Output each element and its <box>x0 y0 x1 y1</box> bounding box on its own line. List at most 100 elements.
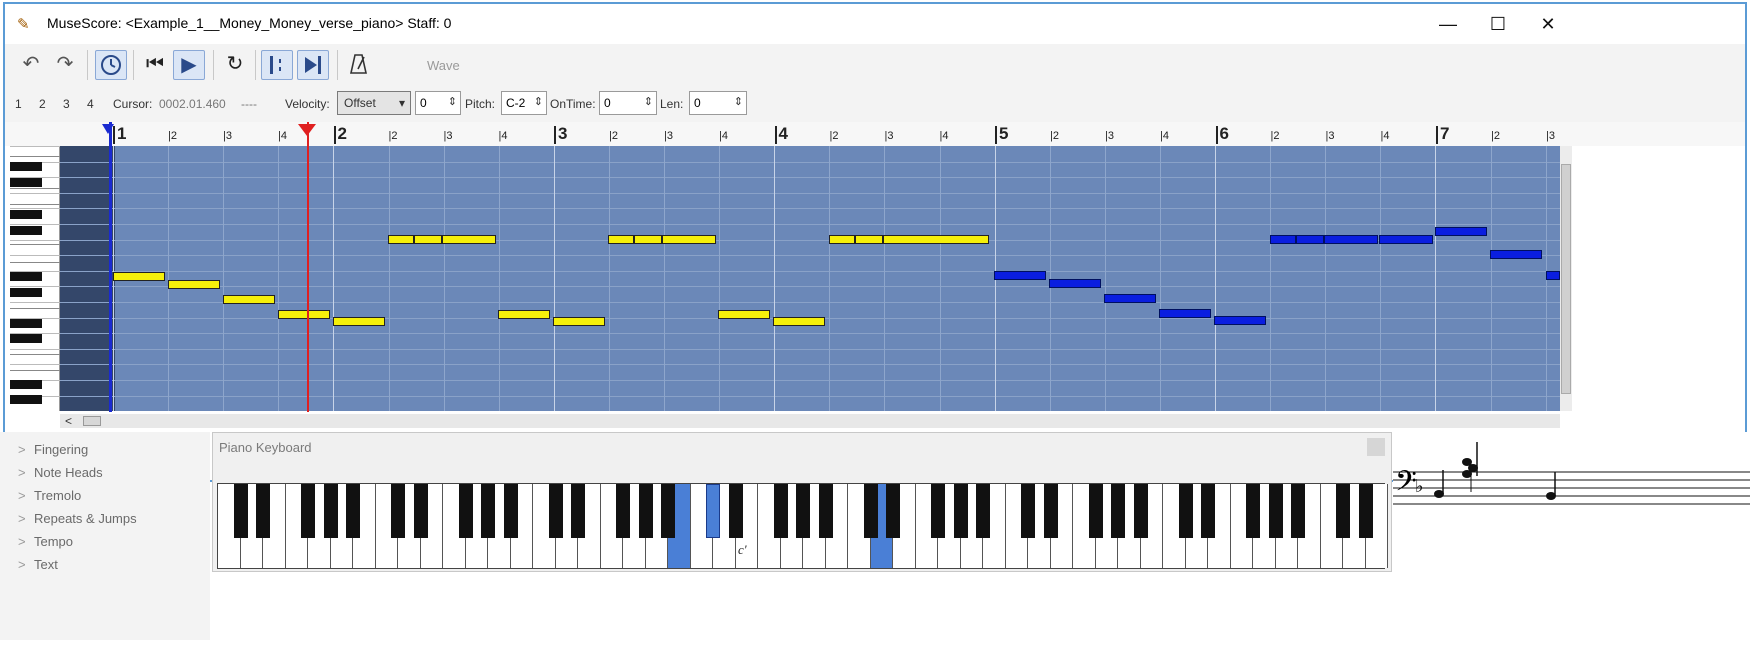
black-key[interactable] <box>10 319 42 328</box>
selected-note[interactable] <box>718 310 770 319</box>
black-key[interactable] <box>256 484 270 538</box>
black-key[interactable] <box>10 395 42 404</box>
black-key[interactable] <box>301 484 315 538</box>
black-key[interactable] <box>323 484 338 538</box>
note[interactable] <box>1546 271 1560 280</box>
black-key[interactable] <box>1043 484 1058 538</box>
selected-note[interactable] <box>388 235 414 244</box>
black-key-pressed[interactable] <box>706 484 720 538</box>
selected-note[interactable] <box>608 235 634 244</box>
note[interactable] <box>1159 309 1211 318</box>
loop-in-button[interactable] <box>261 50 293 80</box>
selected-note[interactable] <box>168 280 220 289</box>
selected-note[interactable] <box>855 235 883 244</box>
score-view[interactable]: 𝄢 ♭ <box>1393 432 1750 640</box>
maximize-button[interactable]: ☐ <box>1475 8 1521 40</box>
note[interactable] <box>1379 235 1433 244</box>
len-spinbox[interactable]: 0 ⇕ <box>689 91 747 115</box>
selected-note[interactable] <box>442 235 496 244</box>
black-key[interactable] <box>503 484 518 538</box>
vertical-piano-keys[interactable] <box>10 146 60 411</box>
measure-ruler[interactable]: 1 |2 |3 |4 2 |2 |3 |4 3 |2 |3 |4 4 |2 |3 |4 5 |2 |3 |4 6 |2 |3… <box>5 122 1745 146</box>
black-key[interactable] <box>233 484 248 538</box>
horizontal-scroll-thumb[interactable] <box>83 416 101 426</box>
voice-3-button[interactable]: 3 <box>63 97 70 111</box>
loop-start-triangle-icon[interactable] <box>102 124 114 134</box>
note[interactable] <box>1214 316 1266 325</box>
black-key[interactable] <box>10 178 42 187</box>
pitch-spinbox[interactable]: C-2 ⇕ <box>501 91 547 115</box>
black-key[interactable] <box>1111 484 1125 538</box>
black-key[interactable] <box>10 162 42 171</box>
palette-item[interactable]: > Fingering <box>18 442 88 457</box>
metronome-clock-button[interactable] <box>95 50 127 80</box>
palette-item[interactable]: > Note Heads <box>18 465 103 480</box>
palette-item[interactable]: > Tempo <box>18 534 73 549</box>
selected-note[interactable] <box>773 317 825 326</box>
black-key[interactable] <box>773 484 788 538</box>
black-key[interactable] <box>1088 484 1103 538</box>
black-key[interactable] <box>1291 484 1305 538</box>
black-key[interactable] <box>10 288 42 297</box>
wave-toggle[interactable]: Wave <box>427 58 460 73</box>
selected-note[interactable] <box>333 317 385 326</box>
piano-keyboard[interactable]: c' <box>217 483 1388 569</box>
playback-cursor[interactable] <box>307 122 309 412</box>
black-key[interactable] <box>481 484 495 538</box>
redo-icon[interactable]: ↷ <box>49 50 81 80</box>
black-key[interactable] <box>346 484 360 538</box>
note[interactable] <box>1296 235 1324 244</box>
loop-icon[interactable]: ↻ <box>219 50 251 80</box>
note[interactable] <box>1490 250 1542 259</box>
selected-note[interactable] <box>113 272 165 281</box>
black-key[interactable] <box>931 484 945 538</box>
minimize-button[interactable]: — <box>1425 8 1471 40</box>
metronome-icon[interactable] <box>343 50 375 80</box>
loop-out-button[interactable] <box>297 50 329 80</box>
black-key[interactable] <box>1268 484 1283 538</box>
palette-item[interactable]: > Repeats & Jumps <box>18 511 137 526</box>
selected-note[interactable] <box>883 235 989 244</box>
selected-note[interactable] <box>553 317 605 326</box>
scroll-left-icon[interactable]: < <box>65 414 72 428</box>
note[interactable] <box>1324 235 1378 244</box>
black-key[interactable] <box>616 484 630 538</box>
black-key[interactable] <box>1133 484 1148 538</box>
velocity-mode-select[interactable]: Offset ▾ <box>337 91 411 115</box>
black-key[interactable] <box>458 484 473 538</box>
note[interactable] <box>1049 279 1101 288</box>
voice-2-button[interactable]: 2 <box>39 97 46 111</box>
note[interactable] <box>994 271 1046 280</box>
black-key[interactable] <box>391 484 405 538</box>
black-key[interactable] <box>10 226 42 235</box>
selected-note[interactable] <box>223 295 275 304</box>
panel-close-button[interactable] <box>1367 438 1385 456</box>
black-key[interactable] <box>10 210 42 219</box>
velocity-spinbox[interactable]: 0 ⇕ <box>415 91 461 115</box>
black-key[interactable] <box>796 484 810 538</box>
note[interactable] <box>1104 294 1156 303</box>
ontime-spinbox[interactable]: 0 ⇕ <box>599 91 657 115</box>
note[interactable] <box>1435 227 1487 236</box>
selected-note[interactable] <box>634 235 662 244</box>
rewind-icon[interactable]: ⏮ <box>139 50 171 80</box>
black-key[interactable] <box>548 484 563 538</box>
undo-icon[interactable]: ↶ <box>15 50 47 80</box>
palette-item[interactable]: > Text <box>18 557 58 572</box>
note[interactable] <box>1270 235 1296 244</box>
black-key[interactable] <box>638 484 653 538</box>
black-key[interactable] <box>1246 484 1260 538</box>
black-key[interactable] <box>1201 484 1215 538</box>
selected-note[interactable] <box>662 235 716 244</box>
black-key[interactable] <box>1178 484 1193 538</box>
play-button[interactable]: ▶ <box>173 50 205 80</box>
voice-1-button[interactable]: 1 <box>15 97 22 111</box>
selected-note[interactable] <box>278 310 330 319</box>
black-key[interactable] <box>818 484 833 538</box>
black-key[interactable] <box>886 484 900 538</box>
black-key[interactable] <box>10 272 42 281</box>
voice-4-button[interactable]: 4 <box>87 97 94 111</box>
black-key[interactable] <box>661 484 675 538</box>
black-key[interactable] <box>863 484 878 538</box>
black-key[interactable] <box>953 484 968 538</box>
